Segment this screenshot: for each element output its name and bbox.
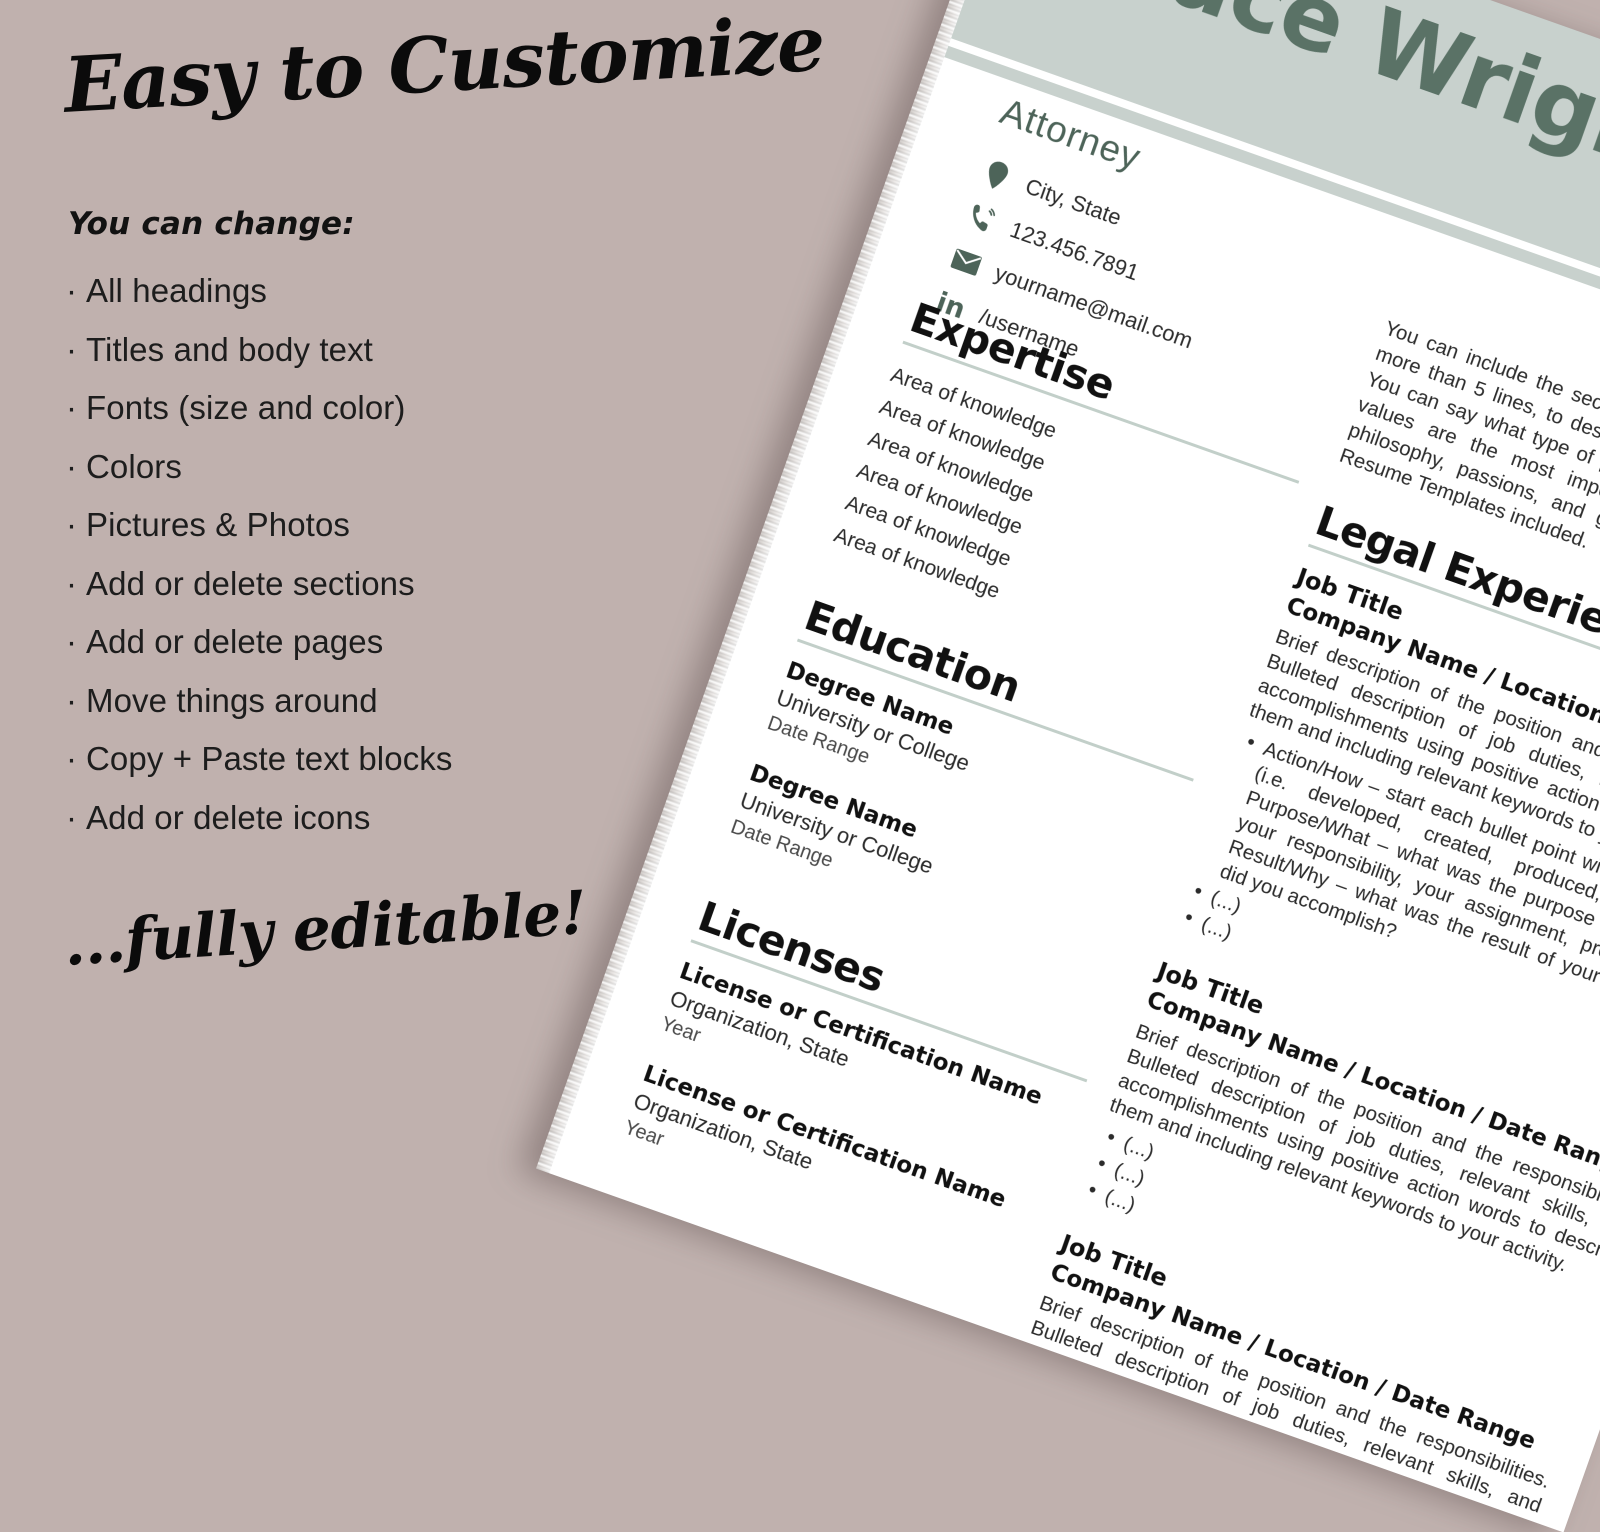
- promo-title: Easy to Customize: [61, 0, 827, 130]
- list-item-label: Add or delete icons: [86, 798, 371, 836]
- list-item-label: All headings: [86, 272, 267, 309]
- bullet-glyph: ·: [66, 798, 78, 836]
- bullet-glyph: ·: [66, 389, 78, 426]
- bullet-glyph: ·: [66, 272, 78, 309]
- list-item-label: Copy + Paste text blocks: [86, 740, 453, 777]
- list-item: · Add or delete pages: [66, 613, 686, 672]
- list-item-label: Titles and body text: [86, 330, 373, 368]
- list-item: · Pictures & Photos: [66, 496, 686, 555]
- bullet-glyph: ·: [66, 330, 78, 368]
- bullet-glyph: ·: [66, 564, 78, 602]
- list-item: · Add or delete icons: [66, 789, 686, 848]
- list-item-label: Move things around: [86, 681, 378, 719]
- bullet-glyph: ·: [66, 740, 78, 777]
- list-item-label: Fonts (size and color): [86, 389, 406, 426]
- list-item-label: Pictures & Photos: [86, 506, 350, 543]
- list-item-label: Colors: [86, 447, 182, 485]
- list-item: · Copy + Paste text blocks: [66, 730, 686, 789]
- list-item-label: Add or delete pages: [86, 623, 384, 660]
- bullet-glyph: ·: [66, 447, 78, 485]
- list-item-label: Add or delete sections: [86, 564, 415, 602]
- list-item: · Move things around: [66, 672, 686, 731]
- promo-footer-text: ...fully editable!: [62, 878, 589, 980]
- list-item: · All headings: [66, 262, 686, 321]
- bullet-glyph: ·: [66, 623, 78, 660]
- bullet-glyph: ·: [66, 506, 78, 543]
- location-pin-icon: [976, 156, 1018, 196]
- phone-icon: [961, 199, 1003, 239]
- list-item: · Colors: [66, 438, 686, 497]
- promo-feature-list: · All headings · Titles and body text · Fon…: [66, 262, 686, 847]
- promo-panel: Easy to Customize You can change: · All h…: [0, 0, 827, 1066]
- promo-subtitle: You can change:: [68, 206, 355, 242]
- list-item: · Fonts (size and color): [66, 379, 686, 438]
- envelope-icon: [945, 242, 987, 282]
- bullet-glyph: ·: [66, 681, 78, 719]
- list-item: · Add or delete sections: [66, 555, 686, 614]
- list-item: · Titles and body text: [66, 321, 686, 380]
